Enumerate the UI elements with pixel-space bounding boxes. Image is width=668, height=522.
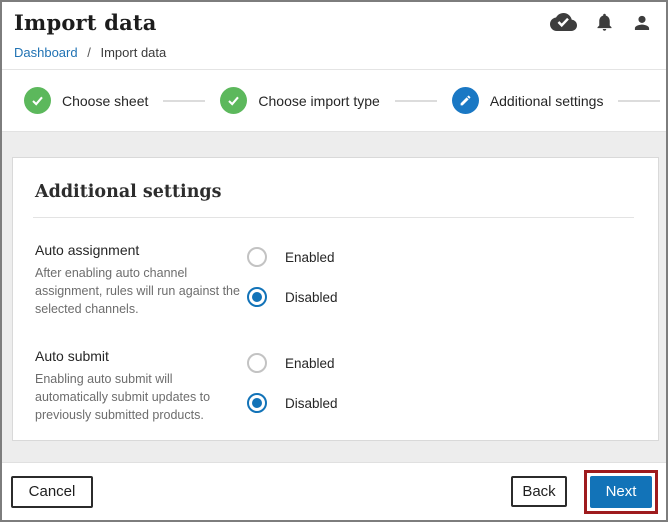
next-button[interactable]: Next (590, 475, 652, 508)
step-label: Choose sheet (62, 92, 149, 109)
footer-action-bar: Cancel Back Next (2, 462, 666, 520)
setting-info: Auto submit Enabling auto submit will au… (35, 348, 247, 430)
import-data-window: Import data Dashboard / Import data Choo… (0, 0, 668, 522)
step-choose-import-type[interactable]: Choose import type (220, 87, 380, 114)
setting-label: Auto assignment (35, 242, 140, 258)
step-label: Choose import type (258, 92, 380, 109)
step-connector (394, 99, 437, 102)
step-additional-settings[interactable]: Additional settings (451, 87, 604, 114)
radio-label[interactable]: Disabled (285, 396, 338, 411)
step-connector (618, 99, 661, 102)
breadcrumb: Dashboard / Import data (14, 45, 654, 60)
auto-submit-radio-group: Enabled Disabled (247, 348, 338, 430)
account-person-icon[interactable] (632, 12, 652, 33)
step-circle-completed (220, 87, 248, 114)
step-circle-current (451, 87, 479, 114)
step-circle-completed (24, 87, 51, 114)
back-button[interactable]: Back (511, 476, 567, 507)
page-header: Import data Dashboard / Import data (2, 2, 666, 70)
notifications-bell-icon[interactable] (594, 11, 615, 33)
cloud-check-icon[interactable] (550, 12, 577, 33)
step-label: Additional settings (489, 92, 604, 109)
next-button-wrapper: Next (584, 469, 658, 514)
breadcrumb-dashboard-link[interactable]: Dashboard (14, 45, 78, 60)
check-icon (226, 93, 241, 108)
breadcrumb-separator: / (87, 45, 91, 60)
check-icon (30, 93, 45, 108)
header-icon-bar (550, 11, 652, 33)
pencil-icon (459, 94, 472, 107)
step-connector (163, 99, 206, 102)
setting-info: Auto assignment After enabling auto chan… (35, 242, 247, 324)
radio-label[interactable]: Disabled (285, 290, 338, 305)
radio-button[interactable] (247, 287, 267, 307)
card-divider (33, 217, 634, 218)
setting-label: Auto submit (35, 348, 109, 364)
card-heading: Additional settings (35, 182, 222, 202)
setting-auto-submit: Auto submit Enabling auto submit will au… (35, 348, 634, 430)
setting-auto-assignment: Auto assignment After enabling auto chan… (35, 242, 634, 324)
radio-label[interactable]: Enabled (285, 356, 335, 371)
auto-assignment-radio-group: Enabled Disabled (247, 242, 338, 324)
auto-submit-disabled-option[interactable]: Disabled (247, 390, 338, 416)
breadcrumb-current: Import data (100, 45, 167, 60)
auto-assignment-enabled-option[interactable]: Enabled (247, 244, 338, 270)
auto-submit-enabled-option[interactable]: Enabled (247, 350, 338, 376)
setting-description: Enabling auto submit will automatically … (35, 372, 211, 422)
setting-description: After enabling auto channel assignment, … (35, 266, 240, 316)
import-wizard-stepper: Choose sheet Choose import type Addition… (2, 70, 666, 132)
step-choose-sheet[interactable]: Choose sheet (24, 87, 148, 114)
auto-assignment-disabled-option[interactable]: Disabled (247, 284, 338, 310)
content-area: Additional settings Auto assignment Afte… (2, 132, 666, 462)
radio-button[interactable] (247, 247, 267, 267)
cancel-button[interactable]: Cancel (11, 475, 93, 508)
radio-button[interactable] (247, 353, 267, 373)
radio-button[interactable] (247, 393, 267, 413)
additional-settings-card: Additional settings Auto assignment Afte… (12, 157, 659, 441)
radio-label[interactable]: Enabled (285, 250, 335, 265)
